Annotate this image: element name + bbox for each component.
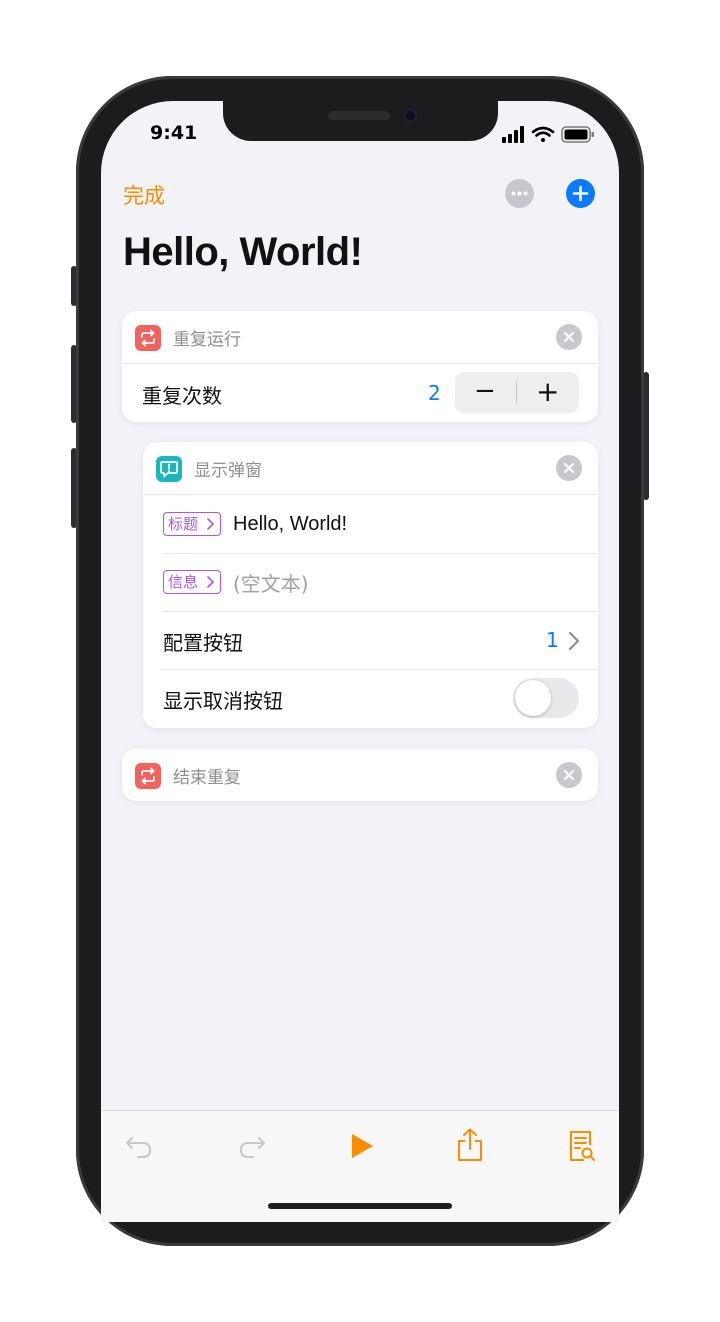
- repeat-header: 重复运行: [122, 311, 598, 363]
- redo-icon[interactable]: [236, 1130, 268, 1162]
- end-repeat-header: 结束重复: [122, 749, 598, 801]
- signal-icon: [502, 126, 524, 143]
- ellipsis-circle-icon[interactable]: [505, 179, 534, 208]
- wifi-icon: [531, 126, 555, 142]
- chevron-right-icon: [207, 518, 215, 530]
- page-title: Hello, World!: [123, 230, 363, 274]
- repeat-action-card[interactable]: 重复运行 重复次数 2 − +: [122, 311, 598, 422]
- done-button[interactable]: 完成: [123, 180, 165, 210]
- alert-header: 显示弹窗: [143, 442, 598, 494]
- message-token[interactable]: 信息: [163, 570, 222, 594]
- share-icon[interactable]: [454, 1127, 486, 1163]
- alert-header-label: 显示弹窗: [194, 461, 262, 481]
- play-icon[interactable]: [346, 1130, 378, 1162]
- close-icon[interactable]: [556, 455, 582, 481]
- alert-icon: [156, 456, 182, 482]
- repeat-count-label: 重复次数: [142, 384, 222, 408]
- speaker: [328, 111, 390, 120]
- details-icon[interactable]: [566, 1128, 598, 1164]
- title-token[interactable]: 标题: [163, 512, 222, 536]
- stepper-minus-button[interactable]: −: [474, 376, 496, 406]
- status-time: 9:41: [150, 122, 198, 144]
- end-repeat-action-card[interactable]: 结束重复: [122, 749, 598, 801]
- close-icon[interactable]: [556, 324, 582, 350]
- repeat-icon: [135, 763, 161, 789]
- message-token-label: 信息: [168, 573, 199, 591]
- status-icons: [502, 126, 594, 143]
- close-icon[interactable]: [556, 762, 582, 788]
- show-cancel-toggle[interactable]: [513, 678, 579, 718]
- chevron-right-icon[interactable]: [567, 629, 581, 653]
- show-cancel-label: 显示取消按钮: [163, 689, 283, 713]
- message-placeholder[interactable]: (空文本): [233, 568, 309, 597]
- camera: [403, 108, 418, 123]
- battery-icon: [561, 126, 594, 143]
- alert-action-card[interactable]: 显示弹窗 标题 Hello, World! 信息 (空文本) 配置按钮 1 显示…: [143, 442, 598, 728]
- repeat-header-label: 重复运行: [173, 330, 241, 350]
- plus-circle-icon[interactable]: [566, 179, 595, 208]
- title-value[interactable]: Hello, World!: [233, 513, 347, 536]
- repeat-count-value[interactable]: 2: [428, 381, 441, 405]
- title-token-label: 标题: [168, 515, 199, 533]
- toggle-knob: [515, 680, 551, 716]
- stepper-plus-button[interactable]: +: [536, 375, 559, 408]
- end-repeat-header-label: 结束重复: [173, 768, 241, 788]
- repeat-icon: [135, 325, 161, 351]
- home-indicator: [268, 1203, 452, 1209]
- undo-icon[interactable]: [123, 1130, 155, 1162]
- divider: [163, 611, 598, 612]
- stepper-divider: [516, 381, 517, 404]
- divider: [163, 553, 598, 554]
- divider: [122, 363, 598, 364]
- repeat-count-stepper[interactable]: − +: [455, 372, 579, 413]
- divider: [143, 494, 598, 495]
- divider: [163, 669, 598, 670]
- chevron-right-icon: [207, 576, 215, 588]
- configure-buttons-value[interactable]: 1: [546, 628, 559, 652]
- configure-buttons-label[interactable]: 配置按钮: [163, 627, 243, 656]
